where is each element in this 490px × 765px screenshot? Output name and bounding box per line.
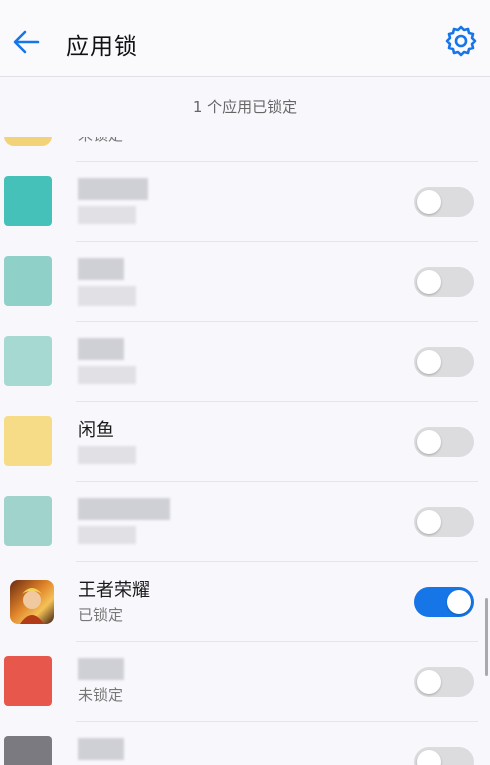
app-status: 未锁定	[78, 137, 123, 145]
app-icon	[4, 137, 52, 146]
lock-toggle[interactable]	[414, 267, 474, 297]
scrollbar[interactable]	[485, 598, 488, 676]
toggle-knob	[447, 590, 471, 614]
toggle-knob	[417, 670, 441, 694]
app-status-redacted	[78, 286, 136, 306]
lock-toggle[interactable]	[414, 347, 474, 377]
app-name: 闲鱼	[78, 420, 114, 441]
hero-portrait-icon	[20, 588, 44, 624]
app-icon	[4, 496, 52, 546]
locked-count-summary: 1 个应用已锁定	[192, 98, 298, 116]
list-item[interactable]	[0, 162, 490, 242]
list-item[interactable]: 未锁定	[0, 137, 490, 162]
toggle-knob	[417, 510, 441, 534]
toggle-knob	[417, 350, 441, 374]
app-name-redacted	[78, 658, 124, 680]
toggle-knob	[417, 750, 441, 765]
app-status-redacted	[78, 366, 136, 384]
back-button[interactable]	[8, 24, 44, 60]
game-app-icon	[10, 580, 54, 624]
app-icon	[4, 416, 52, 466]
app-bar: 应用锁	[0, 0, 490, 77]
lock-toggle[interactable]	[414, 187, 474, 217]
list-item[interactable]: 未锁定	[0, 642, 490, 722]
toggle-knob	[417, 430, 441, 454]
toggle-knob	[417, 270, 441, 294]
list-item[interactable]	[0, 242, 490, 322]
app-name-redacted	[78, 498, 170, 520]
list-item[interactable]: 闲鱼	[0, 402, 490, 482]
app-icon	[4, 336, 52, 386]
lock-toggle[interactable]	[414, 507, 474, 537]
lock-toggle[interactable]	[414, 667, 474, 697]
app-name-redacted	[78, 178, 148, 200]
gear-icon	[445, 25, 477, 57]
list-item[interactable]	[0, 722, 490, 765]
app-name-redacted	[78, 338, 124, 360]
app-list: 未锁定 闲鱼	[0, 137, 490, 765]
app-status-redacted	[78, 446, 136, 464]
app-name-redacted	[78, 258, 124, 280]
app-name: 王者荣耀	[78, 580, 150, 601]
app-status: 未锁定	[78, 686, 124, 704]
back-arrow-icon	[13, 30, 40, 54]
settings-button[interactable]	[444, 24, 478, 58]
app-name-redacted	[78, 738, 124, 760]
lock-toggle[interactable]	[414, 427, 474, 457]
app-icon	[4, 176, 52, 226]
page-title: 应用锁	[66, 34, 138, 60]
app-status-redacted	[78, 526, 136, 544]
app-status-redacted	[78, 206, 136, 224]
app-icon	[4, 256, 52, 306]
lock-toggle[interactable]	[414, 747, 474, 765]
list-item[interactable]: 王者荣耀 已锁定	[0, 562, 490, 642]
app-icon	[4, 736, 52, 765]
toggle-knob	[417, 190, 441, 214]
list-item[interactable]	[0, 482, 490, 562]
list-item[interactable]	[0, 322, 490, 402]
app-status: 已锁定	[78, 606, 124, 624]
lock-toggle[interactable]	[414, 587, 474, 617]
app-icon	[4, 656, 52, 706]
